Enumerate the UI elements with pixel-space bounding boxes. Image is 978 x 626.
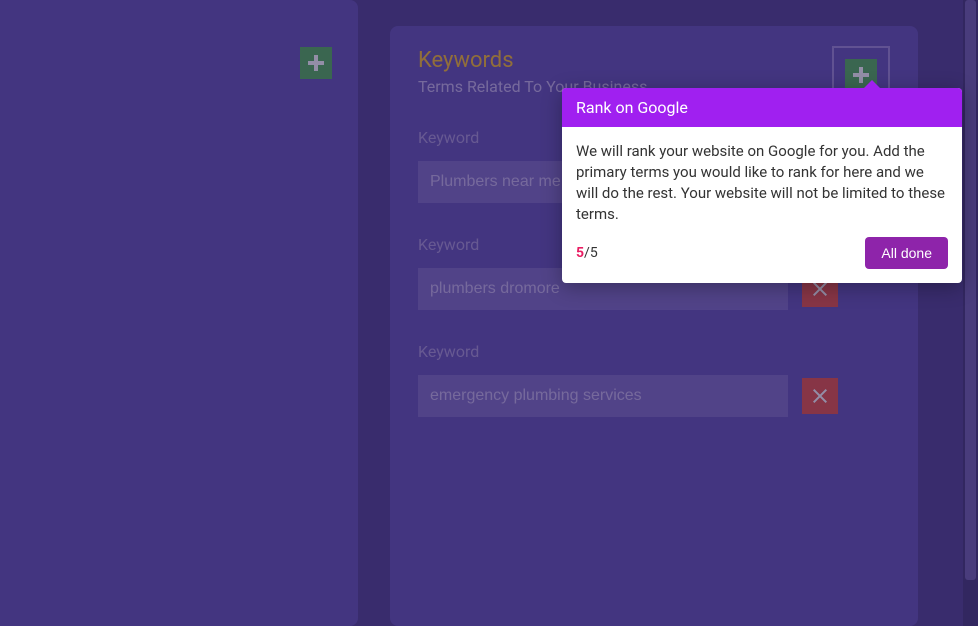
- tooltip-body: We will rank your website on Google for …: [562, 127, 962, 237]
- tooltip-progress: 5/5: [576, 245, 598, 261]
- onboarding-tooltip: Rank on Google We will rank your website…: [562, 88, 962, 283]
- tooltip-title: Rank on Google: [562, 88, 962, 127]
- progress-total: /5: [584, 245, 598, 261]
- tooltip-arrow: [862, 80, 882, 90]
- tooltip-footer: 5/5 All done: [562, 237, 962, 283]
- all-done-button[interactable]: All done: [865, 237, 948, 269]
- progress-current: 5: [576, 245, 584, 261]
